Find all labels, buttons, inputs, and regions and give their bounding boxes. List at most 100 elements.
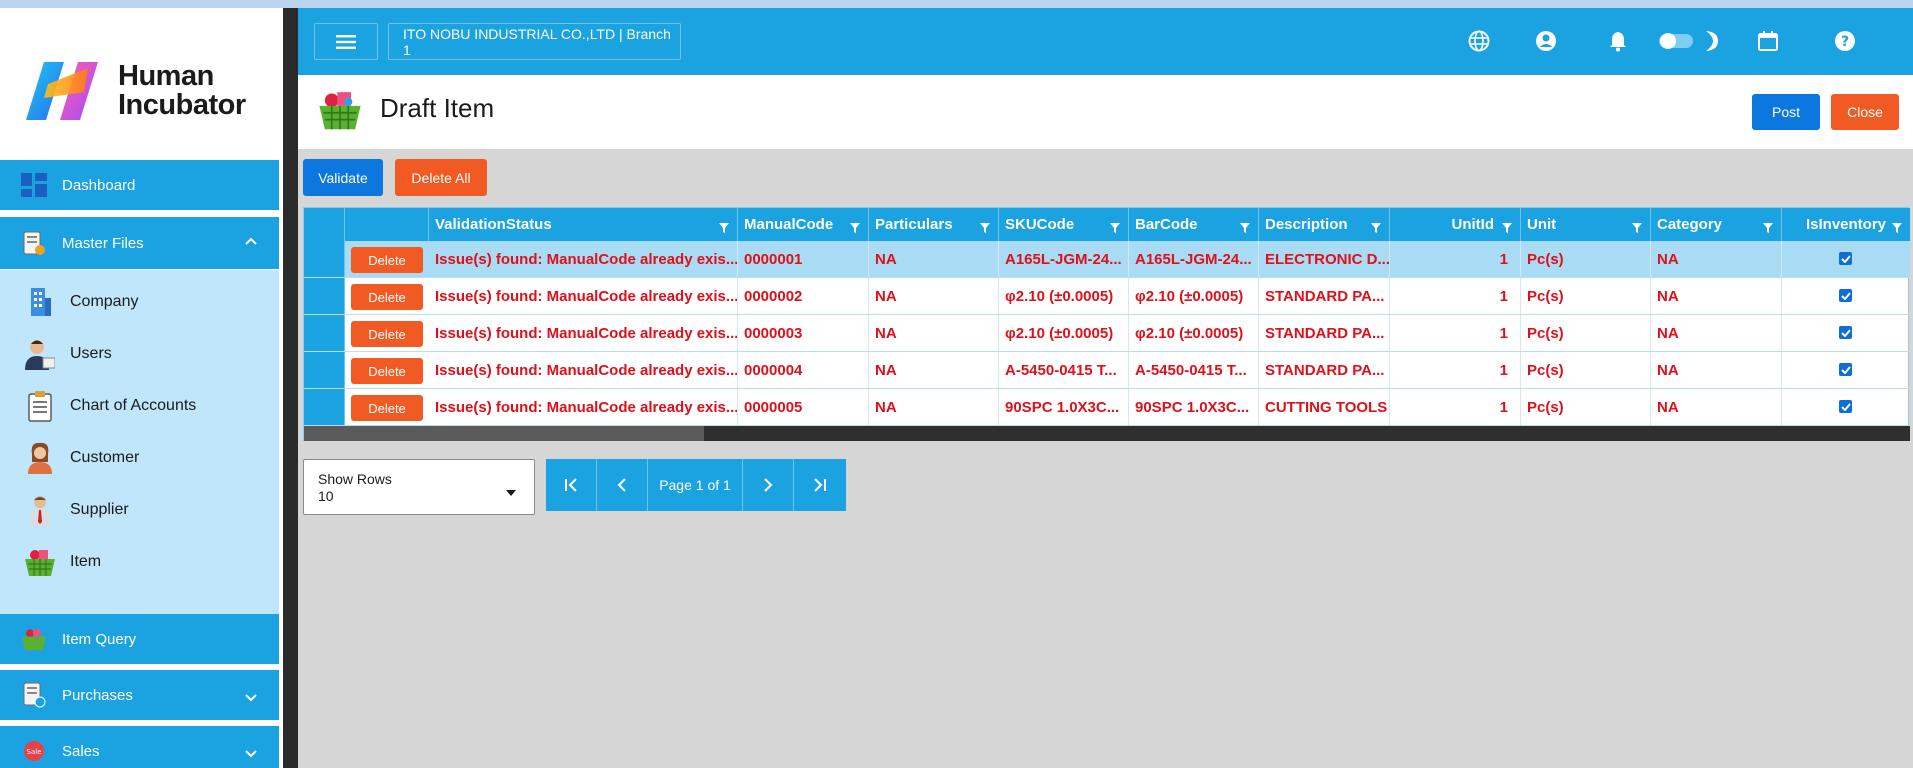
row-selector[interactable] xyxy=(304,278,345,314)
row-selector[interactable] xyxy=(304,241,345,277)
delete-all-button[interactable]: Delete All xyxy=(395,159,487,196)
cell-unitid[interactable]: 1 xyxy=(1390,241,1521,277)
submenu-customer[interactable]: Customer xyxy=(24,438,139,478)
cell-description[interactable]: STANDARD PA... xyxy=(1259,315,1390,351)
filter-icon[interactable] xyxy=(1110,220,1120,237)
column-header-manualcode[interactable]: ManualCode xyxy=(738,208,869,241)
table-row[interactable]: Delete Issue(s) found: ManualCode already… xyxy=(304,352,1910,389)
company-branch-selector[interactable]: ITO NOBU INDUSTRIAL CO.,LTD | Branch 1 xyxy=(388,23,681,60)
column-header-isinventory[interactable]: IsInventory xyxy=(1782,208,1910,241)
table-row[interactable]: Delete Issue(s) found: ManualCode already… xyxy=(304,389,1910,426)
hamburger-menu-button[interactable] xyxy=(314,23,378,60)
close-button[interactable]: Close xyxy=(1831,94,1899,130)
submenu-users[interactable]: Users xyxy=(24,334,112,374)
column-header-particulars[interactable]: Particulars xyxy=(869,208,999,241)
cell-manual[interactable]: 0000002 xyxy=(738,278,869,314)
cell-particulars[interactable]: NA xyxy=(869,278,999,314)
cell-barcode[interactable]: φ2.10 (±0.0005) xyxy=(1129,315,1259,351)
filter-icon[interactable] xyxy=(1763,220,1773,237)
show-rows-select[interactable]: Show Rows 10 xyxy=(303,459,535,515)
cell-description[interactable]: ELECTRONIC D... xyxy=(1259,241,1390,277)
chevron-down-icon[interactable] xyxy=(245,690,257,705)
cell-unit[interactable]: Pc(s) xyxy=(1521,315,1651,351)
filter-icon[interactable] xyxy=(1371,220,1381,237)
column-header-unitid[interactable]: UnitId xyxy=(1390,208,1521,241)
cell-particulars[interactable]: NA xyxy=(869,241,999,277)
column-header-category[interactable]: Category xyxy=(1651,208,1782,241)
filter-icon[interactable] xyxy=(1892,220,1902,237)
cell-unit[interactable]: Pc(s) xyxy=(1521,352,1651,388)
submenu-company[interactable]: Company xyxy=(24,282,138,322)
cell-sku[interactable]: φ2.10 (±0.0005) xyxy=(999,278,1129,314)
table-row[interactable]: Delete Issue(s) found: ManualCode already… xyxy=(304,241,1910,278)
post-button[interactable]: Post xyxy=(1752,94,1820,130)
isinventory-checkbox[interactable] xyxy=(1839,252,1852,265)
theme-toggle-icon[interactable] xyxy=(1656,28,1696,54)
help-icon[interactable]: ? xyxy=(1832,28,1858,54)
cell-status[interactable]: Issue(s) found: ManualCode already exis.… xyxy=(429,389,738,425)
cell-unit[interactable]: Pc(s) xyxy=(1521,241,1651,277)
filter-icon[interactable] xyxy=(1502,220,1512,237)
bell-icon[interactable] xyxy=(1605,28,1631,54)
delete-row-button[interactable]: Delete xyxy=(351,247,423,273)
column-header-unit[interactable]: Unit xyxy=(1521,208,1651,241)
isinventory-checkbox[interactable] xyxy=(1839,289,1852,302)
nav-purchases[interactable]: Purchases xyxy=(0,670,279,720)
filter-icon[interactable] xyxy=(1632,220,1642,237)
cell-barcode[interactable]: A-5450-0415 T... xyxy=(1129,352,1259,388)
cell-unitid[interactable]: 1 xyxy=(1390,315,1521,351)
cell-status[interactable]: Issue(s) found: ManualCode already exis.… xyxy=(429,278,738,314)
table-row[interactable]: Delete Issue(s) found: ManualCode already… xyxy=(304,278,1910,315)
cell-category[interactable]: NA xyxy=(1651,278,1782,314)
cell-unit[interactable]: Pc(s) xyxy=(1521,389,1651,425)
cell-category[interactable]: NA xyxy=(1651,315,1782,351)
validate-button[interactable]: Validate xyxy=(303,159,383,196)
cell-category[interactable]: NA xyxy=(1651,389,1782,425)
cell-particulars[interactable]: NA xyxy=(869,315,999,351)
column-header-barcode[interactable]: BarCode xyxy=(1129,208,1259,241)
table-row[interactable]: Delete Issue(s) found: ManualCode already… xyxy=(304,315,1910,352)
submenu-item[interactable]: Item xyxy=(24,542,101,582)
nav-sales[interactable]: Sale Sales xyxy=(0,726,279,768)
column-header-skucode[interactable]: SKUCode xyxy=(999,208,1129,241)
delete-row-button[interactable]: Delete xyxy=(351,395,423,421)
first-page-button[interactable] xyxy=(546,459,597,511)
scrollbar-thumb[interactable] xyxy=(304,426,704,441)
globe-icon[interactable] xyxy=(1466,28,1492,54)
cell-manual[interactable]: 0000005 xyxy=(738,389,869,425)
cell-description[interactable]: STANDARD PA... xyxy=(1259,278,1390,314)
cell-unitid[interactable]: 1 xyxy=(1390,278,1521,314)
cell-description[interactable]: STANDARD PA... xyxy=(1259,352,1390,388)
cell-unit[interactable]: Pc(s) xyxy=(1521,278,1651,314)
filter-icon[interactable] xyxy=(980,220,990,237)
filter-icon[interactable] xyxy=(1240,220,1250,237)
delete-row-button[interactable]: Delete xyxy=(351,321,423,347)
nav-master-files[interactable]: Master Files xyxy=(0,217,279,269)
cell-barcode[interactable]: φ2.10 (±0.0005) xyxy=(1129,278,1259,314)
submenu-supplier[interactable]: Supplier xyxy=(24,490,129,530)
row-selector[interactable] xyxy=(304,352,345,388)
previous-page-button[interactable] xyxy=(597,459,648,511)
cell-barcode[interactable]: 90SPC 1.0X3C... xyxy=(1129,389,1259,425)
cell-sku[interactable]: A165L-JGM-24... xyxy=(999,241,1129,277)
cell-status[interactable]: Issue(s) found: ManualCode already exis.… xyxy=(429,352,738,388)
nav-item-query[interactable]: Item Query xyxy=(0,614,279,664)
column-header-description[interactable]: Description xyxy=(1259,208,1390,241)
cell-unitid[interactable]: 1 xyxy=(1390,389,1521,425)
cell-sku[interactable]: 90SPC 1.0X3C... xyxy=(999,389,1129,425)
isinventory-checkbox[interactable] xyxy=(1839,326,1852,339)
delete-row-button[interactable]: Delete xyxy=(351,284,423,310)
cell-unitid[interactable]: 1 xyxy=(1390,352,1521,388)
column-header-validationstatus[interactable]: ValidationStatus xyxy=(429,208,738,241)
cell-manual[interactable]: 0000004 xyxy=(738,352,869,388)
isinventory-checkbox[interactable] xyxy=(1839,400,1852,413)
next-page-button[interactable] xyxy=(743,459,794,511)
isinventory-checkbox[interactable] xyxy=(1839,363,1852,376)
last-page-button[interactable] xyxy=(794,459,846,511)
account-icon[interactable] xyxy=(1533,28,1559,54)
cell-particulars[interactable]: NA xyxy=(869,352,999,388)
cell-sku[interactable]: A-5450-0415 T... xyxy=(999,352,1129,388)
cell-barcode[interactable]: A165L-JGM-24... xyxy=(1129,241,1259,277)
select-column-header[interactable] xyxy=(304,208,345,241)
chevron-up-icon[interactable] xyxy=(245,233,257,248)
